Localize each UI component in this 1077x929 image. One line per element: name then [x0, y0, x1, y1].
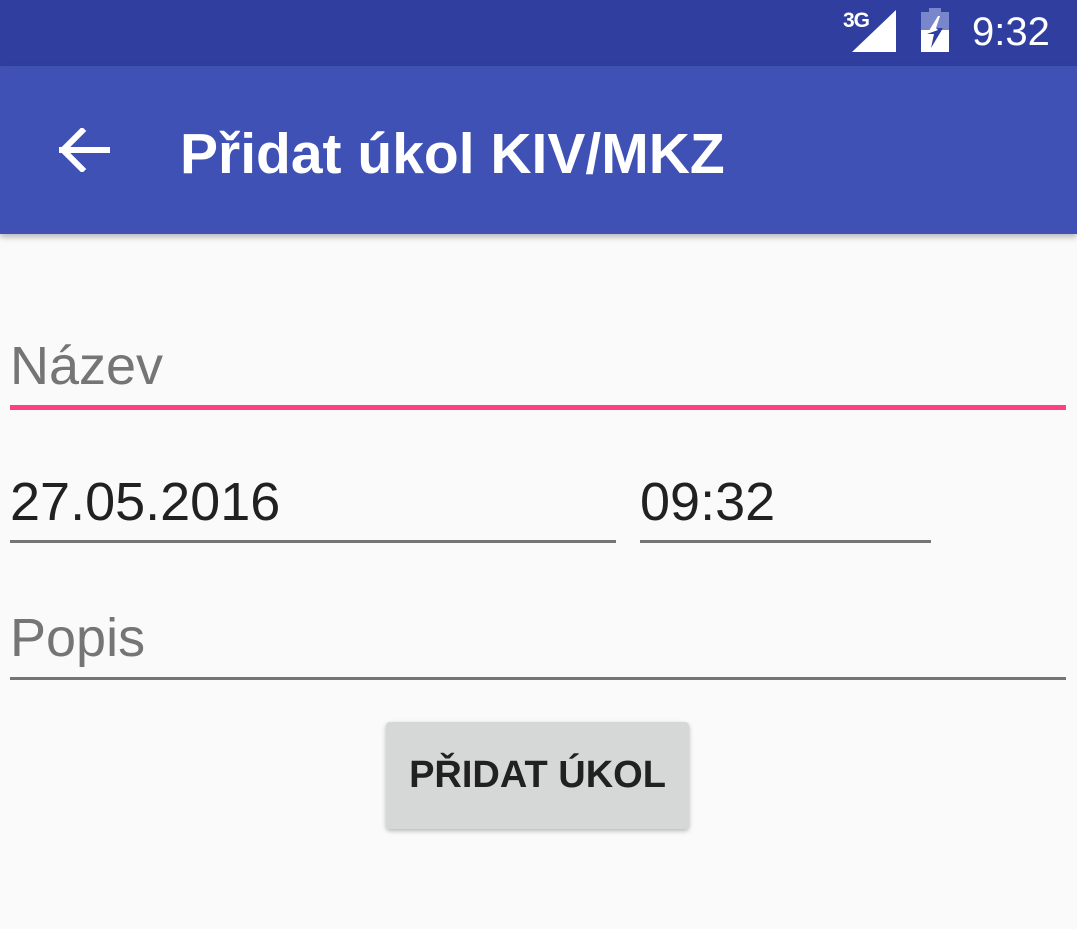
- time-field-value: 09:32: [640, 472, 776, 532]
- back-button[interactable]: [44, 110, 124, 190]
- date-field-underline: [10, 540, 616, 543]
- description-field[interactable]: Popis: [10, 604, 1066, 682]
- battery-charging-icon: [921, 8, 949, 52]
- name-field-placeholder: Název: [10, 336, 164, 396]
- time-field[interactable]: 09:32: [640, 466, 931, 546]
- name-field[interactable]: Název: [10, 330, 1066, 412]
- name-field-underline: [10, 405, 1066, 410]
- status-clock: 9:32: [972, 10, 1050, 54]
- date-field[interactable]: 27.05.2016: [10, 466, 616, 546]
- time-field-underline: [640, 540, 931, 543]
- status-bar: 3G 9:32: [0, 0, 1077, 66]
- add-task-button[interactable]: PŘIDAT ÚKOL: [386, 722, 689, 829]
- description-field-underline: [10, 677, 1066, 680]
- back-arrow-icon: [58, 128, 110, 172]
- app-bar: Přidat úkol KIV/MKZ: [0, 66, 1077, 234]
- date-field-value: 27.05.2016: [10, 472, 281, 532]
- description-field-placeholder: Popis: [10, 608, 146, 668]
- signal-icon: [852, 10, 896, 52]
- page-title: Přidat úkol KIV/MKZ: [180, 122, 725, 186]
